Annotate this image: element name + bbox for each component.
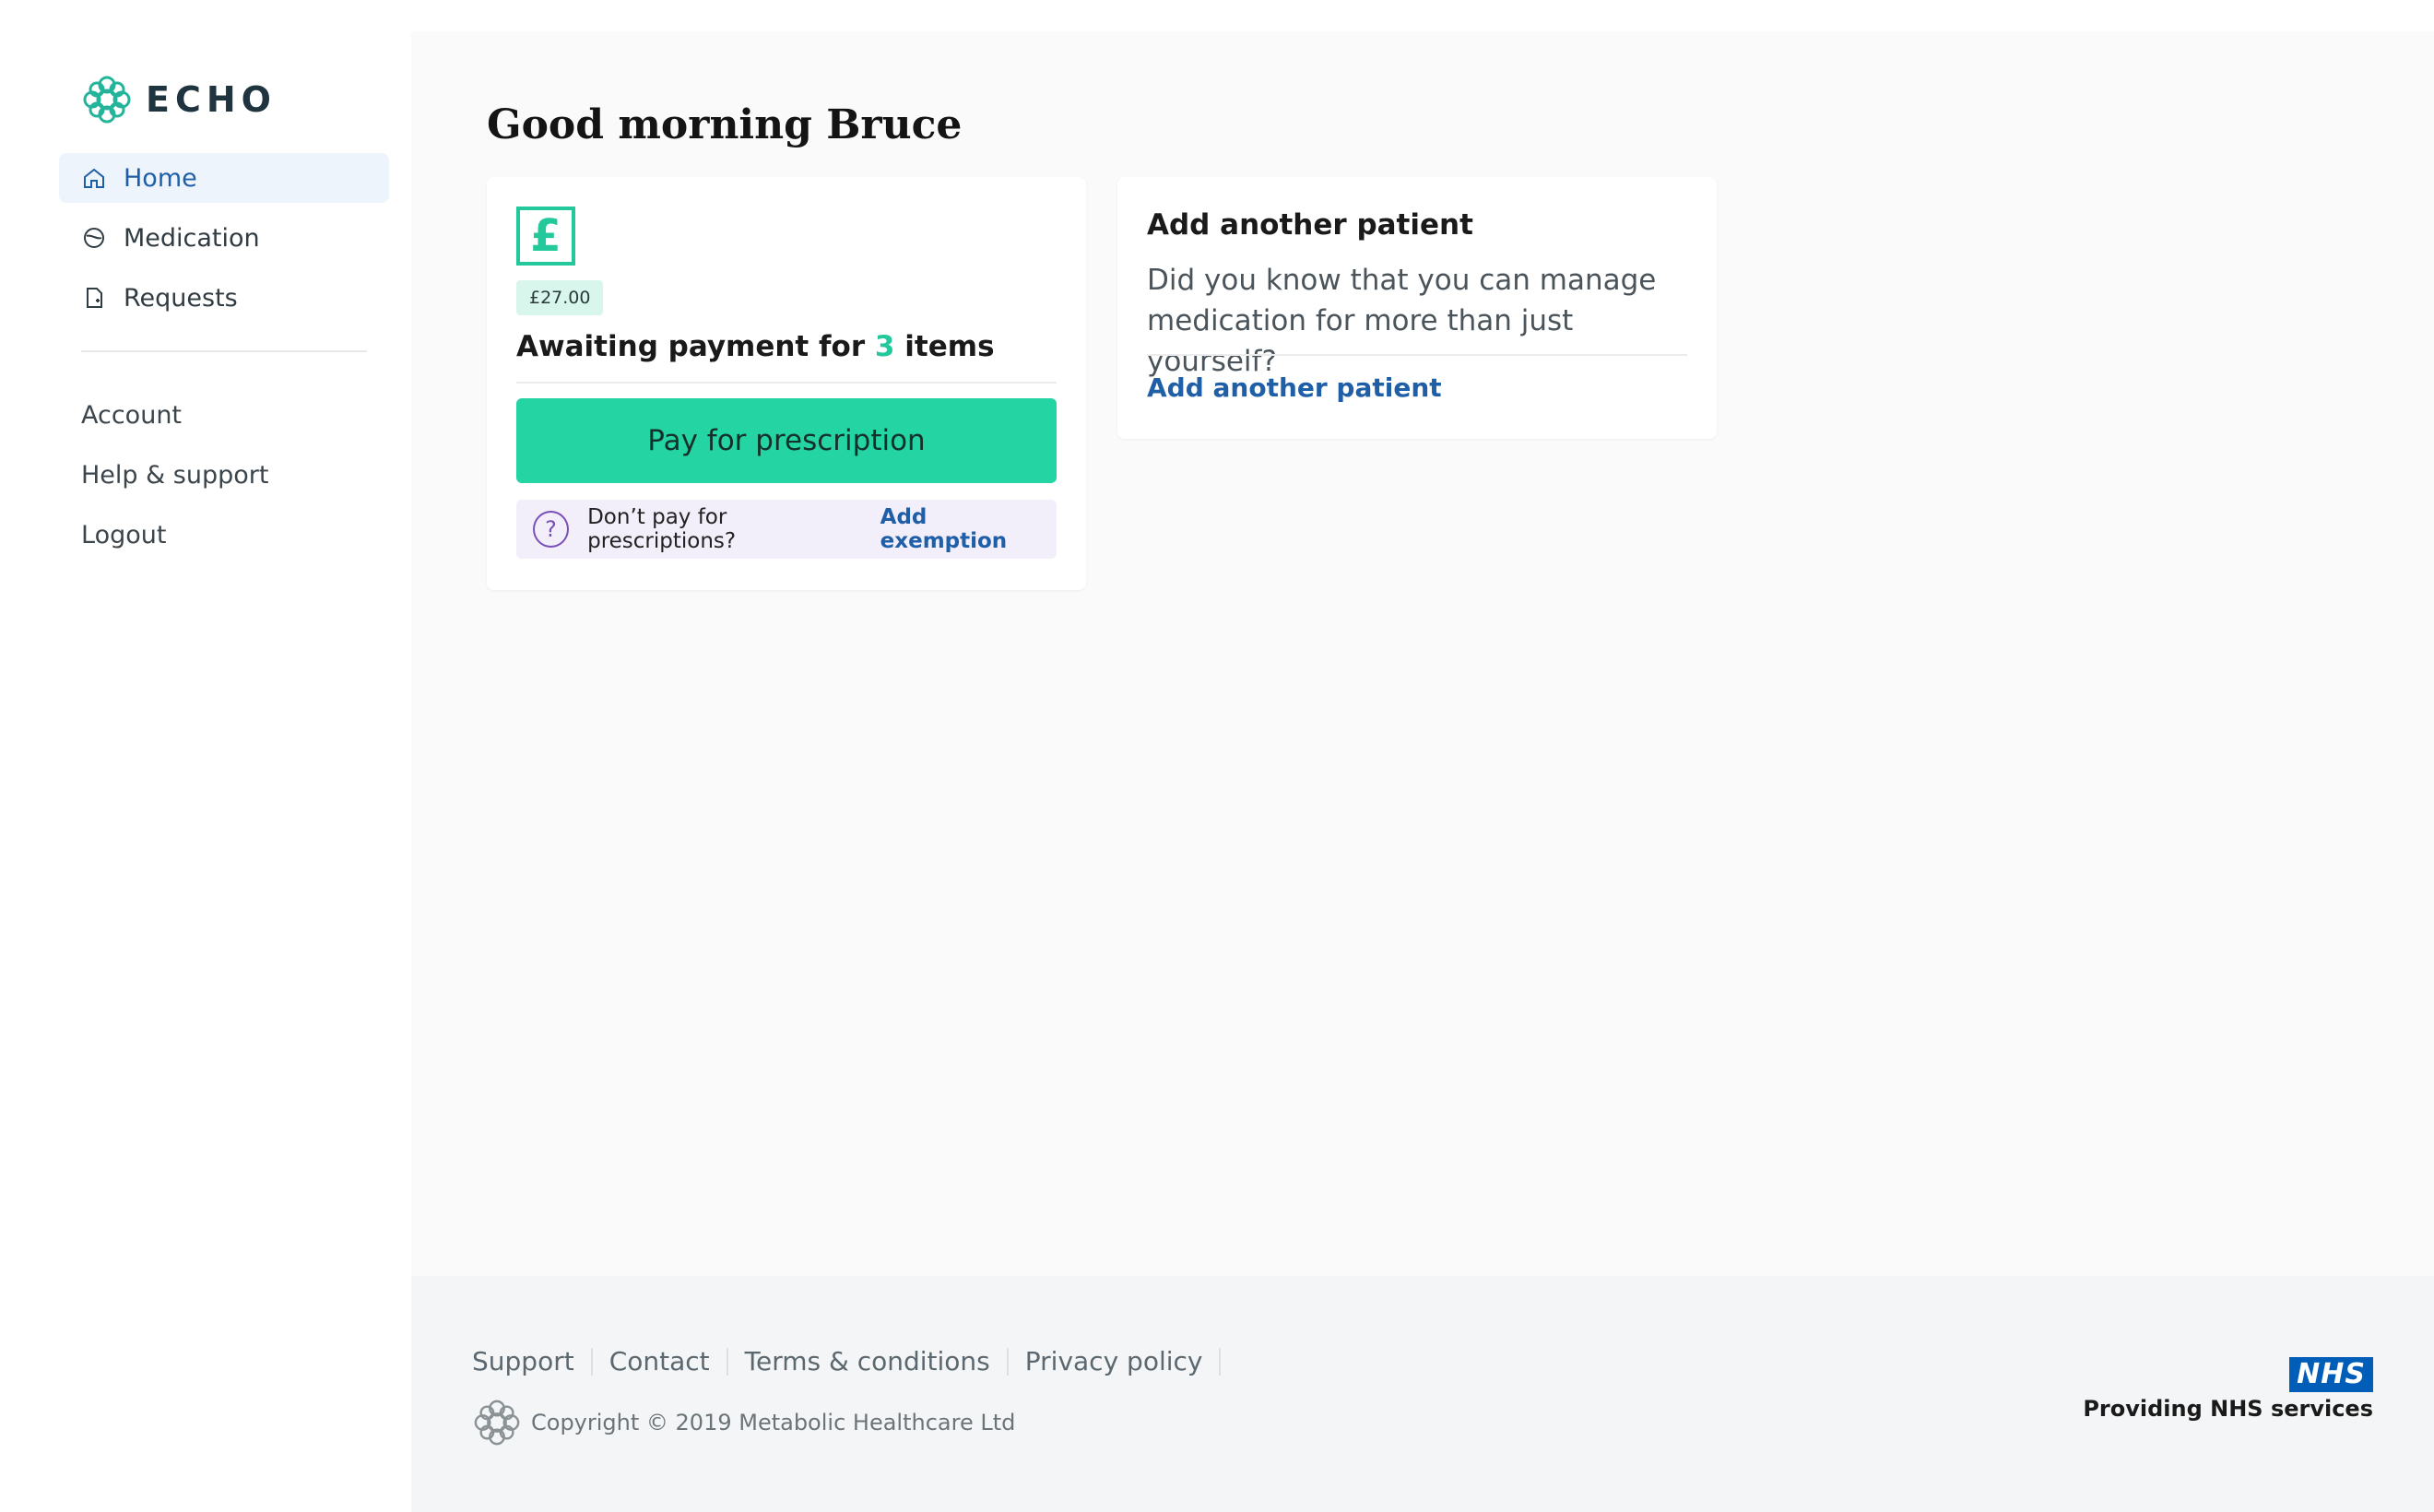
item-count: 3 [874,330,895,363]
awaiting-payment-text: Awaiting payment for 3 items [516,330,995,363]
copyright-text: Copyright © 2019 Metabolic Healthcare Lt… [531,1410,1016,1435]
awaiting-suffix: items [904,330,995,363]
add-another-patient-link[interactable]: Add another patient [1147,372,1442,403]
brand-logo[interactable]: ECHO [81,74,277,125]
sidebar-item-medication[interactable]: Medication [59,213,389,263]
footer-link-terms[interactable]: Terms & conditions [745,1346,990,1376]
add-exemption-link[interactable]: Add exemption [880,505,1057,553]
echo-logo-icon [474,1400,520,1446]
document-icon [81,285,107,311]
nhs-badge: NHS Providing NHS services [2083,1357,2373,1422]
add-patient-description: Did you know that you can manage medicat… [1147,264,1657,378]
add-patient-title: Add another patient [1147,208,1473,242]
exemption-banner: ? Don’t pay for prescriptions? Add exemp… [516,500,1057,559]
pill-icon [81,225,107,251]
echo-logo-icon [83,76,131,124]
footer-separator [1219,1347,1222,1376]
sidebar-item-home[interactable]: Home [59,153,389,203]
card-divider [516,382,1057,384]
footer-link-privacy[interactable]: Privacy policy [1025,1346,1203,1376]
primary-nav: Home Medication Requests [59,153,389,333]
add-patient-card: Add another patient Did you know that yo… [1117,177,1717,439]
sidebar: ECHO Home Medication Requests Account He… [0,0,411,1512]
footer-link-support[interactable]: Support [472,1346,574,1376]
payment-card: £ £27.00 Awaiting payment for 3 items Pa… [487,177,1086,590]
sidebar-link-logout[interactable]: Logout [81,505,268,565]
footer-separator [590,1347,593,1376]
secondary-nav: Account Help & support Logout [81,385,268,565]
exemption-question: Don’t pay for prescriptions? [587,505,737,553]
copyright: Copyright © 2019 Metabolic Healthcare Lt… [472,1398,1015,1447]
sidebar-item-label: Medication [124,223,260,253]
amount-badge: £27.00 [516,280,604,315]
nhs-logo-icon: NHS [2289,1357,2373,1392]
footer-link-contact[interactable]: Contact [609,1346,710,1376]
footer-separator [726,1347,728,1376]
question-circle-icon: ? [533,511,570,548]
footer-links: Support Contact Terms & conditions Priva… [472,1346,1237,1376]
sidebar-link-account[interactable]: Account [81,385,268,445]
page-title: Good morning Bruce [487,101,963,148]
nhs-text: Providing NHS services [2083,1396,2373,1422]
sidebar-item-label: Home [124,163,197,193]
footer: Support Contact Terms & conditions Priva… [411,1276,2434,1512]
brand-name: ECHO [146,79,277,120]
card-divider [1147,354,1687,356]
awaiting-prefix: Awaiting payment for [516,330,866,363]
pound-icon: £ [516,207,575,266]
sidebar-link-help-support[interactable]: Help & support [81,445,268,505]
sidebar-item-requests[interactable]: Requests [59,273,389,323]
currency-symbol: £ [530,210,561,262]
sidebar-divider [81,350,367,352]
home-icon [81,165,107,191]
sidebar-item-label: Requests [124,283,238,313]
footer-separator [1006,1347,1009,1376]
main-content: Good morning Bruce £ £27.00 Awaiting pay… [411,31,2434,1276]
pay-for-prescription-button[interactable]: Pay for prescription [516,398,1057,483]
